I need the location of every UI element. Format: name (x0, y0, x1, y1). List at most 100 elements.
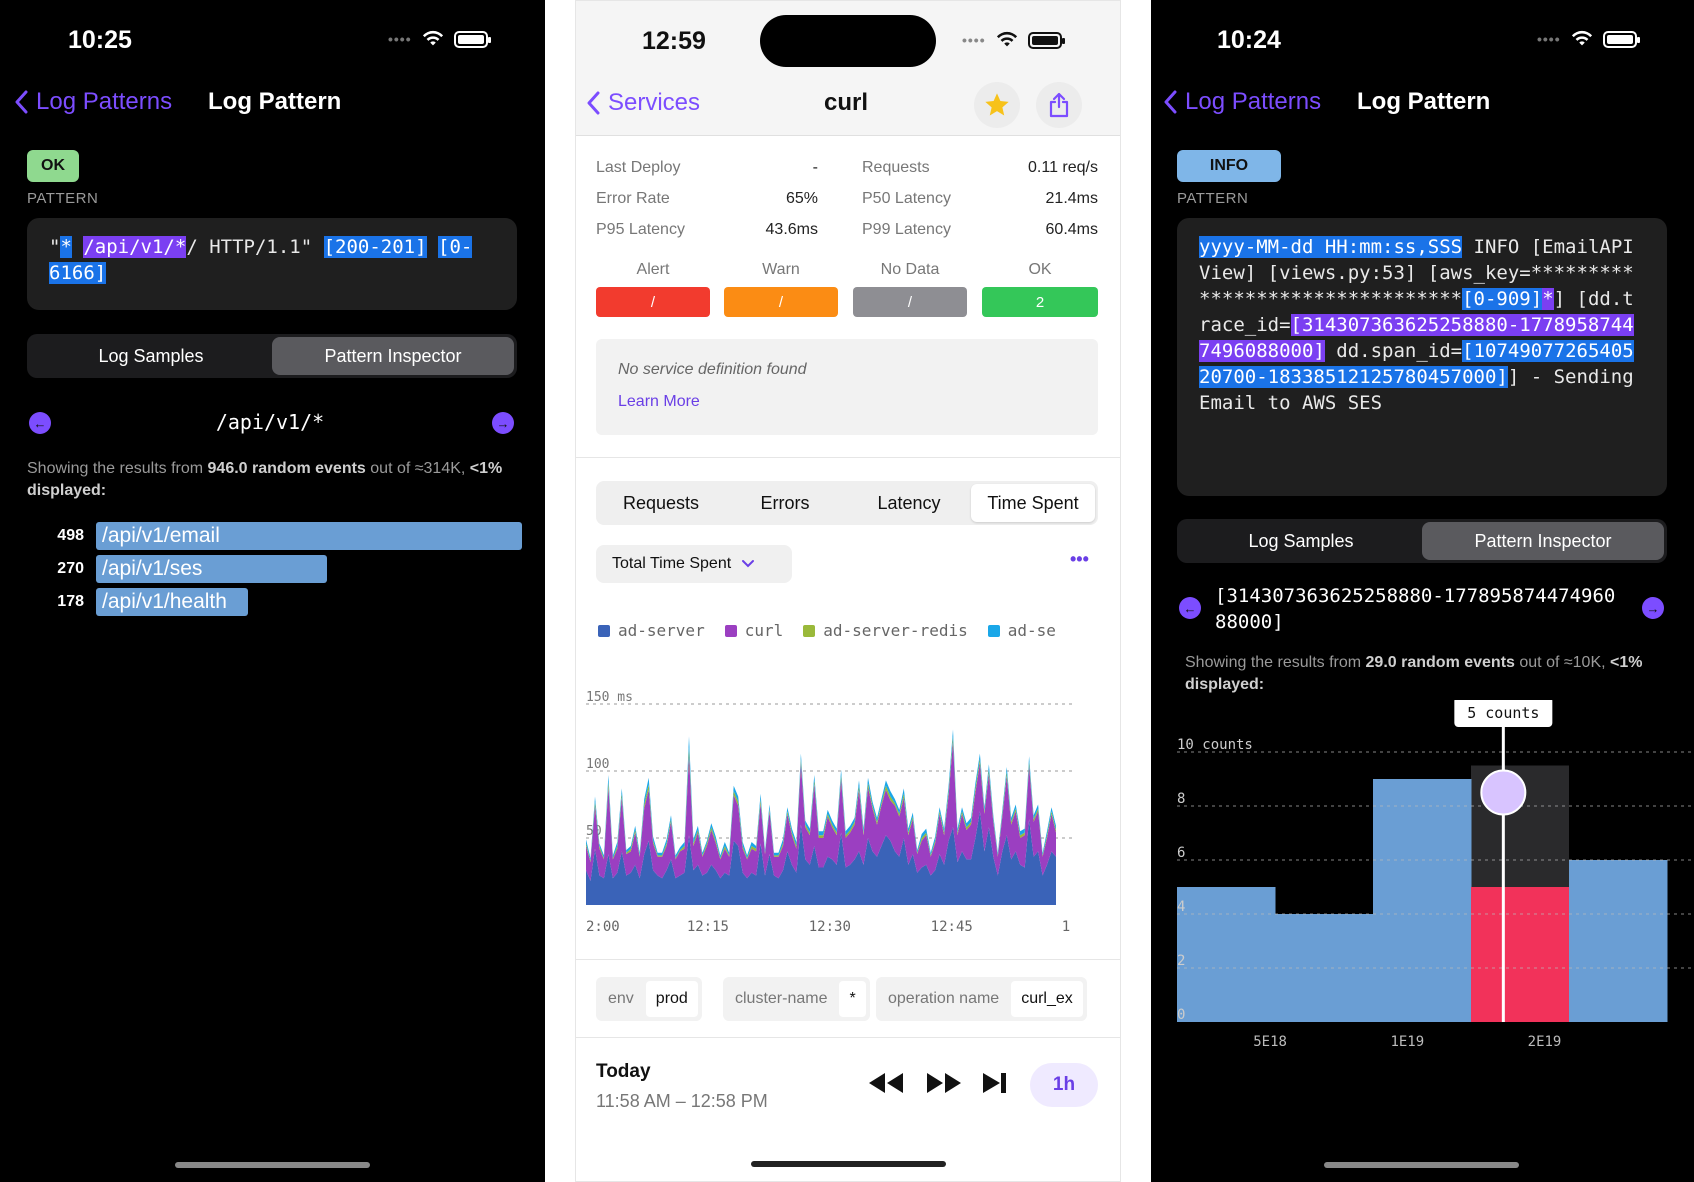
pattern-token-highlight[interactable]: [200-201] (323, 236, 427, 258)
tab-time-spent[interactable]: Time Spent (971, 484, 1095, 522)
status-label-warn: Warn (762, 261, 800, 278)
status-box-no-data[interactable]: / (853, 287, 967, 317)
x-tick-label: 12:15 (687, 919, 729, 935)
status-label-alert: Alert (636, 261, 670, 278)
filter-cluster-name[interactable]: cluster-name * (723, 977, 870, 1021)
x-tick-label: 12:45 (931, 919, 973, 935)
status-box-ok[interactable]: 2 (982, 287, 1098, 317)
y-tick-label: 8 (1177, 791, 1185, 807)
home-indicator (1324, 1162, 1519, 1168)
time-spent-dropdown[interactable]: Total Time Spent (596, 545, 792, 583)
showing-prefix: Showing the results from (27, 460, 208, 477)
page-title: curl (823, 89, 868, 116)
metric-label-p99: P99 Latency (862, 221, 951, 238)
share-icon (1049, 92, 1069, 118)
showing-results-text: Showing the results from 29.0 random eve… (1185, 652, 1670, 696)
filter-operation-name[interactable]: operation name curl_ex (876, 977, 1087, 1021)
share-button[interactable] (1036, 82, 1082, 128)
arrow-right-icon: → (1646, 600, 1660, 616)
pattern-label: PATTERN (1177, 190, 1249, 207)
previous-button[interactable]: ← (1179, 597, 1201, 619)
histogram-bar (1471, 887, 1570, 1022)
tab-requests[interactable]: Requests (599, 484, 723, 522)
metric-value-p50: 21.4ms (1045, 190, 1098, 207)
time-title: Today (596, 1061, 651, 1082)
y-tick-label: 4 (1177, 899, 1185, 915)
legend-swatch (598, 624, 610, 637)
tab-latency[interactable]: Latency (847, 484, 971, 522)
pattern-token-highlight[interactable]: * (1542, 288, 1554, 310)
x-tick-label: 5E18 (1253, 1034, 1287, 1050)
more-options-button[interactable]: ••• (1070, 549, 1089, 570)
showing-count: 946.0 random events (207, 460, 366, 477)
pattern-label: PATTERN (27, 190, 99, 207)
time-spent-chart: 150 ms1005002:0012:1512:3012:451 (586, 690, 1072, 935)
tab-pattern-inspector[interactable]: Pattern Inspector (272, 337, 514, 375)
status-icons: •••• (962, 31, 1065, 49)
skip-to-end-button[interactable] (980, 1069, 1010, 1097)
rewind-button[interactable] (866, 1069, 906, 1097)
back-button[interactable]: Log Patterns (1163, 88, 1321, 116)
tab-pattern-inspector[interactable]: Pattern Inspector (1422, 522, 1664, 560)
metric-value-p99: 60.4ms (1045, 221, 1098, 238)
tab-log-samples[interactable]: Log Samples (30, 337, 272, 375)
pattern-code: "* /api/v1/*/ HTTP/1.1" [200-201] [0-616… (27, 218, 517, 310)
value-bar-row[interactable]: 498/api/v1/email (40, 522, 522, 550)
favorite-button[interactable] (974, 82, 1020, 128)
pattern-token-highlight[interactable]: /api/v1/* (83, 236, 187, 258)
filter-key: cluster-name (735, 990, 828, 1007)
learn-more-link[interactable]: Learn More (618, 393, 700, 411)
value-bar-row[interactable]: 178/api/v1/health (40, 588, 248, 616)
metric-label-last-deploy: Last Deploy (596, 159, 681, 176)
metric-label-error-rate: Error Rate (596, 190, 670, 207)
showing-count: 29.0 random events (1365, 654, 1515, 671)
legend-item[interactable]: ad-server (598, 621, 705, 640)
value-bar-row[interactable]: 270/api/v1/ses (40, 555, 327, 583)
tab-log-samples[interactable]: Log Samples (1180, 522, 1422, 560)
next-button[interactable]: → (1642, 597, 1664, 619)
rewind-icon (869, 1073, 903, 1093)
tab-errors[interactable]: Errors (723, 484, 847, 522)
showing-results-text: Showing the results from 946.0 random ev… (27, 458, 522, 502)
status-box-alert[interactable]: / (596, 287, 710, 317)
metric-label-p50: P50 Latency (862, 190, 951, 207)
pattern-token: / HTTP/1.1" (186, 236, 324, 258)
pattern-token: dd.span_id= (1324, 340, 1463, 362)
home-indicator (751, 1161, 946, 1167)
wifi-icon (422, 30, 443, 46)
metric-tabs: Requests Errors Latency Time Spent (596, 481, 1098, 525)
time-window-button[interactable]: 1h (1030, 1063, 1098, 1107)
value-count: 270 (57, 560, 84, 577)
y-tick-label: 100 (586, 757, 609, 772)
back-button[interactable]: Log Patterns (14, 88, 172, 116)
fast-forward-button[interactable] (924, 1069, 964, 1097)
status-time: 10:24 (1217, 26, 1281, 54)
battery-icon (453, 30, 491, 48)
dynamic-island (760, 15, 936, 67)
page-title: Log Pattern (1357, 88, 1491, 115)
filter-env[interactable]: env prod (596, 977, 702, 1021)
status-time: 12:59 (642, 27, 706, 55)
phone-screen-log-pattern-1: 10:25 •••• Log Patterns Log Pattern OK P… (0, 0, 545, 1182)
legend-item[interactable]: curl (724, 621, 783, 640)
legend-item[interactable]: ad-server-redis (803, 621, 968, 640)
pattern-token-highlight[interactable]: * (60, 236, 72, 258)
signal-icon: •••• (388, 31, 412, 47)
x-tick-label: 1 (1062, 919, 1070, 935)
pattern-token-highlight[interactable]: [0-909] (1462, 288, 1543, 310)
legend-swatch (987, 624, 1000, 637)
chevron-left-icon (15, 90, 28, 114)
value-count: 178 (57, 593, 84, 610)
next-button[interactable]: → (492, 412, 514, 434)
pattern-token-highlight[interactable]: yyyy-MM-dd HH:mm:ss,SSS (1199, 236, 1463, 258)
filter-key: operation name (888, 990, 1000, 1007)
metric-value-requests: 0.11 req/s (1028, 159, 1098, 176)
legend-item[interactable]: ad-se (987, 621, 1056, 640)
signal-icon: •••• (962, 32, 986, 48)
cursor-handle[interactable] (1480, 769, 1527, 816)
filter-key: env (608, 990, 634, 1007)
status-icons: •••• (388, 30, 491, 48)
back-label: Log Patterns (36, 88, 173, 115)
status-box-warn[interactable]: / (724, 287, 838, 317)
previous-button[interactable]: ← (29, 412, 51, 434)
